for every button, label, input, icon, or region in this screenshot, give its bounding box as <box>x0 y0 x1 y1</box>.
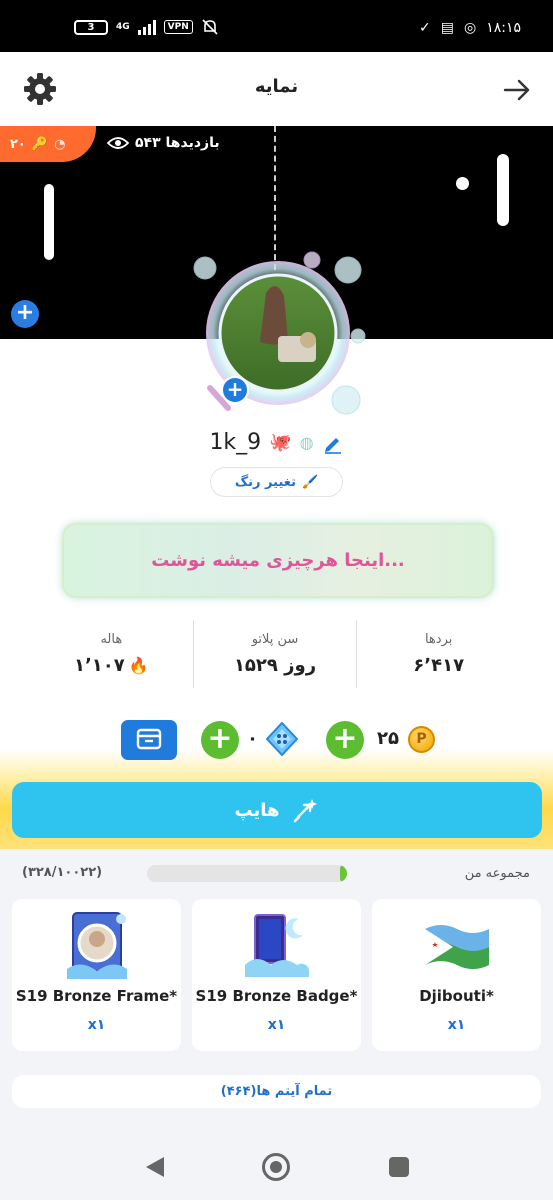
djibouti-flag-image <box>424 925 489 969</box>
item-qty: x۱ <box>447 1017 466 1033</box>
pong-right-paddle <box>497 154 509 226</box>
collection-progress-bar <box>147 865 347 882</box>
collection-count: (۳۲۸/۱۰۰۲۲) <box>22 865 103 880</box>
add-gems-button[interactable]: + <box>201 721 239 759</box>
nav-recents-icon[interactable] <box>389 1157 409 1177</box>
battery-icon: 3 <box>74 19 108 35</box>
stat-aura: هاله ۱٬۱۰۷ 🔥 <box>30 620 193 688</box>
collection-progress-fill <box>340 865 347 882</box>
vpn-badge: VPN <box>163 20 193 34</box>
wallet-icon <box>136 728 162 750</box>
add-cover-button[interactable]: + <box>11 300 39 328</box>
clock: ۱۸:۱۵ <box>486 20 521 36</box>
item-name: Djibouti* <box>419 987 494 1005</box>
app-notification-icon: ✓ <box>419 20 431 36</box>
gem-icon <box>266 722 298 756</box>
bubble-badge-icon: ◍ <box>299 433 314 452</box>
aura-value: ۱٬۱۰۷ <box>73 655 125 676</box>
hype-icon <box>293 799 317 823</box>
page-title: نمایه <box>254 76 299 97</box>
stat-value: ۱۵۲۹ روز <box>233 655 317 676</box>
back-arrow-icon[interactable] <box>501 74 533 106</box>
stat-label: هاله <box>100 632 123 647</box>
change-color-label: تغییر رنگ <box>234 474 296 490</box>
stat-label: بردها <box>424 632 453 647</box>
instagram-icon: ◎ <box>463 20 477 36</box>
item-qty: x۱ <box>87 1017 106 1033</box>
event-value: ۲۰ <box>10 136 26 152</box>
item-qty: x۱ <box>267 1017 286 1033</box>
collection-item-frame[interactable]: S19 Bronze Frame* x۱ <box>12 899 181 1051</box>
pong-left-paddle <box>44 184 54 260</box>
nav-home-icon[interactable] <box>262 1153 290 1181</box>
bronze-badge-image <box>244 914 309 977</box>
stat-wins: بردها ۶٬۴۱۷ <box>356 620 520 688</box>
pet-badge-icon: 🐙 <box>269 432 292 453</box>
timer-icon: ◔ <box>54 136 66 152</box>
signal-icon <box>137 19 156 35</box>
status-right: ✓ ▤ ◎ ۱۸:۱۵ <box>419 20 521 36</box>
stat-value: ۶٬۴۱۷ <box>413 655 465 676</box>
app-header: نمایه <box>0 52 553 126</box>
status-left: 3 4G VPN <box>74 18 219 36</box>
mute-bell-icon <box>202 19 218 35</box>
status-bar: 3 4G VPN ✓ ▤ ◎ ۱۸:۱۵ <box>0 0 553 52</box>
key-icon: 🔑 <box>31 136 49 152</box>
network-type: 4G <box>116 21 130 32</box>
avatar-bubble-frame <box>193 251 366 415</box>
views-label: ۵۴۳ بازدیدها <box>135 135 220 151</box>
stat-value: ۱٬۱۰۷ 🔥 <box>30 655 193 676</box>
coins-count: ۲۵ <box>377 728 399 749</box>
nav-back-icon[interactable] <box>144 1155 166 1179</box>
stat-label: سن پلاتو <box>251 632 299 647</box>
stats-row: هاله ۱٬۱۰۷ 🔥 سن پلاتو ۱۵۲۹ روز بردها ۶٬۴… <box>30 620 520 688</box>
bio-card[interactable]: اینجا هرچیزی میشه نوشت... <box>62 523 494 598</box>
currency-row: + ۰ + ۲۵ P <box>0 720 553 762</box>
collection-item-flag[interactable]: Djibouti* x۱ <box>372 899 541 1051</box>
gems-count: ۰ <box>247 728 258 749</box>
coin-icon: P <box>408 726 435 753</box>
item-name: S19 Bronze Frame* <box>15 987 178 1005</box>
collection-item-badge[interactable]: S19 Bronze Badge* x۱ <box>192 899 361 1051</box>
brush-icon: 🖌️ <box>301 474 319 490</box>
add-coins-button[interactable]: + <box>326 721 364 759</box>
username: 1k_9 <box>209 430 262 455</box>
hype-button[interactable]: هایپ <box>12 782 542 838</box>
pong-ball <box>456 177 469 190</box>
views-counter: ۵۴۳ بازدیدها <box>107 135 220 151</box>
wallet-button[interactable] <box>121 720 177 760</box>
message-icon: ▤ <box>440 20 454 36</box>
stat-plato-age: سن پلاتو ۱۵۲۹ روز <box>192 620 357 688</box>
fire-icon: 🔥 <box>128 656 149 675</box>
avatar-add-button[interactable]: + <box>221 376 249 404</box>
hype-label: هایپ <box>234 799 280 821</box>
collection-title: مجموعه من <box>464 866 530 881</box>
item-name: S19 Bronze Badge* <box>195 987 358 1005</box>
username-row: 1k_9 🐙 ◍ <box>0 430 553 455</box>
collection-section: مجموعه من (۳۲۸/۱۰۰۲۲) S19 Bronze Frame* … <box>0 850 553 1135</box>
bio-text: اینجا هرچیزی میشه نوشت... <box>151 550 405 571</box>
eye-icon <box>107 137 129 149</box>
event-badge[interactable]: ۲۰ 🔑 ◔ <box>0 126 96 162</box>
system-nav-bar <box>0 1135 553 1200</box>
all-items-button[interactable]: تمام آیتم ها(۴۶۴) <box>12 1075 541 1108</box>
change-color-button[interactable]: تغییر رنگ 🖌️ <box>210 467 343 497</box>
edit-icon[interactable] <box>322 432 344 454</box>
bronze-frame-image <box>66 912 127 979</box>
avatar[interactable] <box>188 248 368 423</box>
